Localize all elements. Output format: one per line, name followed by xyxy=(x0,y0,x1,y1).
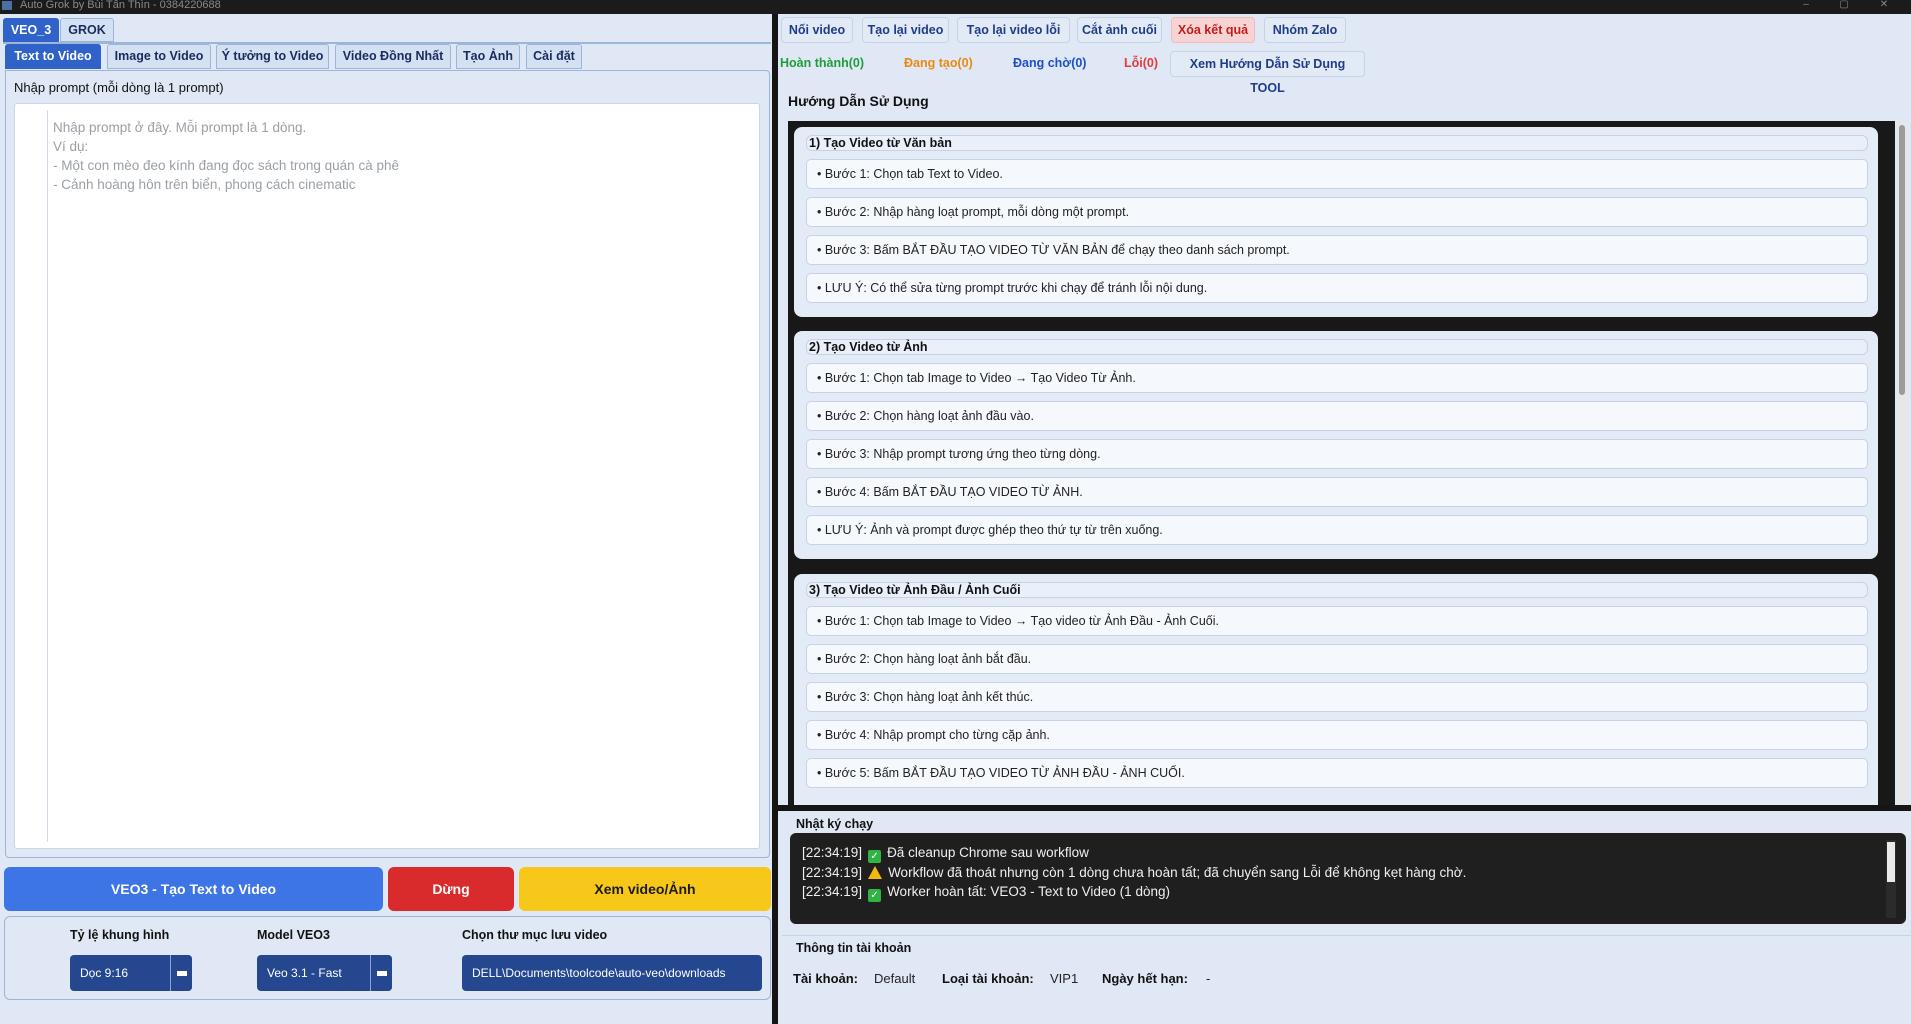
step-item: • Bước 1: Chọn tab Image to Video → Tạo … xyxy=(806,363,1868,393)
account-value: Default xyxy=(874,971,916,986)
step-item: • Bước 1: Chọn tab Text to Video. xyxy=(806,159,1868,189)
status-done[interactable]: Hoàn thành(0) xyxy=(780,53,864,73)
tab-text-to-video[interactable]: Text to Video xyxy=(5,44,101,69)
open-guide-button[interactable]: Xem Hướng Dẫn Sử Dụng TOOL xyxy=(1170,51,1365,95)
log-time: [22:34:19] xyxy=(802,845,863,860)
tab-create-image[interactable]: Tạo Ảnh xyxy=(456,44,520,69)
account-type-value: VIP1 xyxy=(1050,971,1079,986)
retry-failed-button[interactable]: Tạo lại video lỗi xyxy=(957,17,1070,43)
check-icon: ✓ xyxy=(868,850,882,863)
log-scrollbar[interactable] xyxy=(1886,840,1896,918)
model-select[interactable]: Veo 3.1 - Fast xyxy=(257,955,392,991)
clear-results-button[interactable]: Xóa kết quả xyxy=(1171,17,1255,43)
step-item: • Bước 2: Chọn hàng loạt ảnh bắt đầu. xyxy=(806,644,1868,674)
expiry-label: Ngày hết hạn: xyxy=(1102,971,1188,986)
expiry-value: - xyxy=(1206,971,1211,986)
tab-veo3[interactable]: VEO_3 xyxy=(3,18,59,42)
guide-section-1: 1) Tạo Video từ Văn bản • Bước 1: Chọn t… xyxy=(794,127,1878,317)
status-waiting[interactable]: Đang chờ(0) xyxy=(1013,53,1086,73)
prompt-input[interactable]: Nhập prompt ở đây. Mỗi prompt là 1 dòng.… xyxy=(14,103,760,849)
stop-button[interactable]: Dừng xyxy=(388,867,514,911)
minimize-icon[interactable]: – xyxy=(1800,0,1812,10)
output-folder-field[interactable]: DELL\Documents\toolcode\auto-veo\downloa… xyxy=(462,955,762,991)
warning-icon xyxy=(868,866,883,879)
prompt-label: Nhập prompt (mỗi dòng là 1 prompt) xyxy=(14,80,224,95)
zalo-group-button[interactable]: Nhóm Zalo xyxy=(1264,17,1346,43)
account-type-label: Loại tài khoản: xyxy=(942,971,1034,986)
log-label: Nhật ký chạy xyxy=(796,817,874,831)
crop-last-frame-button[interactable]: Cắt ảnh cuối xyxy=(1077,17,1162,43)
close-icon[interactable]: ✕ xyxy=(1878,0,1890,10)
line-gutter xyxy=(47,110,48,842)
merge-video-button[interactable]: Nối video xyxy=(781,17,853,43)
status-running[interactable]: Đang tạo(0) xyxy=(904,53,973,73)
dropdown-icon[interactable] xyxy=(170,955,192,991)
scrollbar-thumb[interactable] xyxy=(1899,125,1905,395)
pane-divider[interactable] xyxy=(778,805,1911,811)
step-item: • LƯU Ý: Ảnh và prompt được ghép theo th… xyxy=(806,515,1868,545)
step-item: • Bước 3: Bấm BẮT ĐẦU TẠO VIDEO TỪ VĂN B… xyxy=(806,235,1868,265)
step-item: • Bước 4: Nhập prompt cho từng cặp ảnh. xyxy=(806,720,1868,750)
tab-idea-to-video[interactable]: Ý tưởng to Video xyxy=(216,44,329,69)
app-icon xyxy=(2,1,12,10)
scrollbar-thumb[interactable] xyxy=(1887,842,1895,882)
section-title: 2) Tạo Video từ Ảnh xyxy=(806,339,1868,355)
account-title: Thông tin tài khoản xyxy=(796,941,912,955)
prompt-placeholder: Nhập prompt ở đây. Mỗi prompt là 1 dòng.… xyxy=(53,120,399,192)
section-title: 1) Tạo Video từ Văn bản xyxy=(806,135,1868,151)
guide-section-3: 3) Tạo Video từ Ảnh Đầu / Ảnh Cuối • Bướ… xyxy=(794,574,1878,805)
log-text: Worker hoàn tất: VEO3 - Text to Video (1… xyxy=(887,884,1170,899)
log-text: Workflow đã thoát nhưng còn 1 dòng chưa … xyxy=(888,865,1467,880)
ratio-label: Tỷ lệ khung hình xyxy=(70,928,170,942)
account-label: Tài khoản: xyxy=(793,971,859,986)
step-item: • Bước 4: Bấm BẮT ĐẦU TẠO VIDEO TỪ ẢNH. xyxy=(806,477,1868,507)
folder-value: DELL\Documents\toolcode\auto-veo\downloa… xyxy=(472,966,726,980)
step-item: • Bước 2: Chọn hàng loạt ảnh đầu vào. xyxy=(806,401,1868,431)
model-value: Veo 3.1 - Fast xyxy=(267,966,342,980)
log-line: [22:34:19] Workflow đã thoát nhưng còn 1 … xyxy=(802,863,1894,882)
check-icon: ✓ xyxy=(868,889,882,902)
log-line: [22:34:19] ✓ Worker hoàn tất: VEO3 - Text … xyxy=(802,882,1894,902)
log-text: Đã cleanup Chrome sau workflow xyxy=(887,845,1089,860)
title-bar: Auto Grok by Bùi Tấn Thìn - 0384220688 –… xyxy=(0,0,1911,14)
step-item: • Bước 3: Chọn hàng loạt ảnh kết thúc. xyxy=(806,682,1868,712)
tab-grok[interactable]: GROK xyxy=(60,18,114,42)
guide-panel[interactable]: 1) Tạo Video từ Văn bản • Bước 1: Chọn t… xyxy=(788,121,1895,805)
step-item: • Bước 3: Nhập prompt tương ứng theo từn… xyxy=(806,439,1868,469)
guide-section-2: 2) Tạo Video từ Ảnh • Bước 1: Chọn tab I… xyxy=(794,331,1878,559)
tab-consistent-video[interactable]: Video Đồng Nhất xyxy=(335,44,451,69)
folder-label: Chọn thư mục lưu video xyxy=(462,928,608,942)
start-text-to-video-button[interactable]: VEO3 - Tạo Text to Video xyxy=(4,867,383,911)
tab-image-to-video[interactable]: Image to Video xyxy=(107,44,211,69)
step-item: • Bước 2: Nhập hàng loạt prompt, mỗi dòn… xyxy=(806,197,1868,227)
log-time: [22:34:19] xyxy=(802,884,863,899)
log-panel[interactable]: [22:34:19] ✓ Đã cleanup Chrome sau workflo… xyxy=(790,833,1906,924)
retry-video-button[interactable]: Tạo lại video xyxy=(862,17,949,43)
window-title: Auto Grok by Bùi Tấn Thìn - 0384220688 xyxy=(20,0,221,11)
dropdown-icon[interactable] xyxy=(370,955,392,991)
ratio-value: Dọc 9:16 xyxy=(80,966,129,980)
guide-title: Hướng Dẫn Sử Dụng xyxy=(788,93,929,109)
view-output-button[interactable]: Xem video/Ảnh xyxy=(519,867,771,911)
log-line: [22:34:19] ✓ Đã cleanup Chrome sau workflo… xyxy=(802,843,1894,863)
step-item: • LƯU Ý: Có thể sửa từng prompt trước kh… xyxy=(806,273,1868,303)
status-error[interactable]: Lỗi(0) xyxy=(1124,53,1158,73)
step-item: • Bước 1: Chọn tab Image to Video → Tạo … xyxy=(806,606,1868,636)
step-item: • Bước 5: Bấm BẮT ĐẦU TẠO VIDEO TỪ ẢNH Đ… xyxy=(806,758,1868,788)
model-label: Model VEO3 xyxy=(257,928,330,942)
section-title: 3) Tạo Video từ Ảnh Đầu / Ảnh Cuối xyxy=(806,582,1868,598)
log-time: [22:34:19] xyxy=(802,865,863,880)
maximize-icon[interactable]: ▢ xyxy=(1838,0,1850,10)
ratio-select[interactable]: Dọc 9:16 xyxy=(70,955,192,991)
guide-scrollbar[interactable] xyxy=(1897,121,1907,805)
tab-settings[interactable]: Cài đặt xyxy=(526,44,582,69)
